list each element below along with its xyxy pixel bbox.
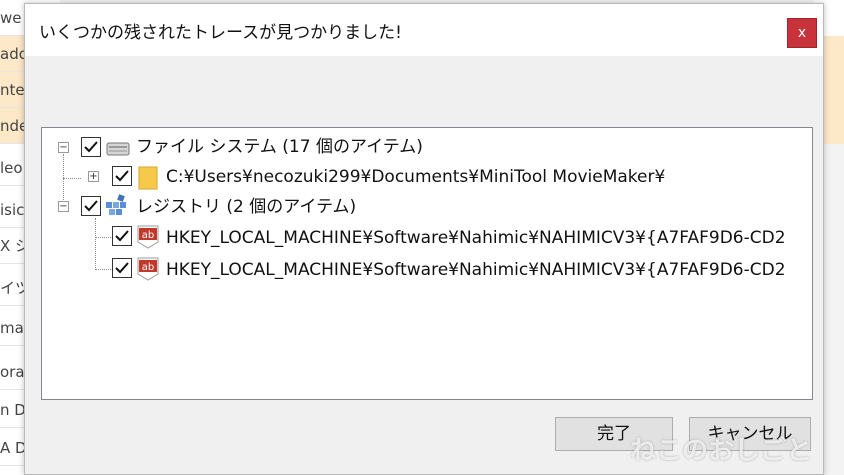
collapse-icon[interactable]: − (58, 142, 69, 153)
file-system-checkbox[interactable] (81, 137, 101, 157)
registry-key-checkbox[interactable] (112, 226, 132, 246)
tree-node-registry-key[interactable]: ab HKEY_LOCAL_MACHINE¥Software¥Nahimic¥N… (42, 222, 812, 254)
svg-text:ab: ab (142, 230, 154, 241)
checkmark-icon (84, 141, 98, 153)
tree-node-folder[interactable]: + C:¥Users¥necozuki299¥Documents¥MiniToo… (42, 163, 802, 195)
file-system-label: ファイル システム (17 個のアイテム) (136, 137, 423, 157)
checkmark-icon (84, 200, 98, 212)
close-button[interactable]: x (787, 18, 817, 48)
close-icon: x (797, 25, 807, 41)
tree-node-registry-key[interactable]: ab HKEY_LOCAL_MACHINE¥Software¥Nahimic¥N… (42, 254, 812, 286)
tree-node-registry[interactable]: − レジストリ (2 個のアイテム) (42, 192, 802, 224)
watermark: ねこのおしごと (630, 436, 813, 466)
registry-key-checkbox[interactable] (112, 258, 132, 278)
folder-path-label: C:¥Users¥necozuki299¥Documents¥MiniTool … (166, 167, 666, 187)
dialog-title: いくつかの残されたトレースが見つかりました! (39, 23, 402, 43)
registry-key-label: HKEY_LOCAL_MACHINE¥Software¥Nahimic¥NAHI… (166, 260, 786, 280)
traces-found-dialog: いくつかの残されたトレースが見つかりました! x − ファイル システム (17… (24, 3, 824, 475)
registry-label: レジストリ (2 個のアイテム) (136, 197, 357, 217)
tree-node-file-system[interactable]: − ファイル システム (17 個のアイテム) (42, 134, 802, 166)
drive-icon (106, 142, 130, 156)
folder-icon (138, 166, 158, 190)
collapse-icon[interactable]: − (58, 201, 69, 212)
registry-icon (106, 194, 126, 215)
registry-checkbox[interactable] (81, 196, 101, 216)
registry-value-icon: ab (137, 257, 159, 281)
checkmark-icon (115, 230, 129, 242)
registry-key-label: HKEY_LOCAL_MACHINE¥Software¥Nahimic¥NAHI… (166, 228, 786, 248)
expand-icon[interactable]: + (88, 171, 99, 182)
checkmark-icon (115, 262, 129, 274)
checkmark-icon (115, 170, 129, 182)
folder-checkbox[interactable] (112, 166, 132, 186)
dialog-titlebar: いくつかの残されたトレースが見つかりました! x (25, 4, 823, 56)
trace-tree: − ファイル システム (17 個のアイテム) + C:¥Users¥necoz… (41, 127, 813, 400)
svg-text:ab: ab (142, 262, 154, 273)
registry-value-icon: ab (137, 225, 159, 249)
